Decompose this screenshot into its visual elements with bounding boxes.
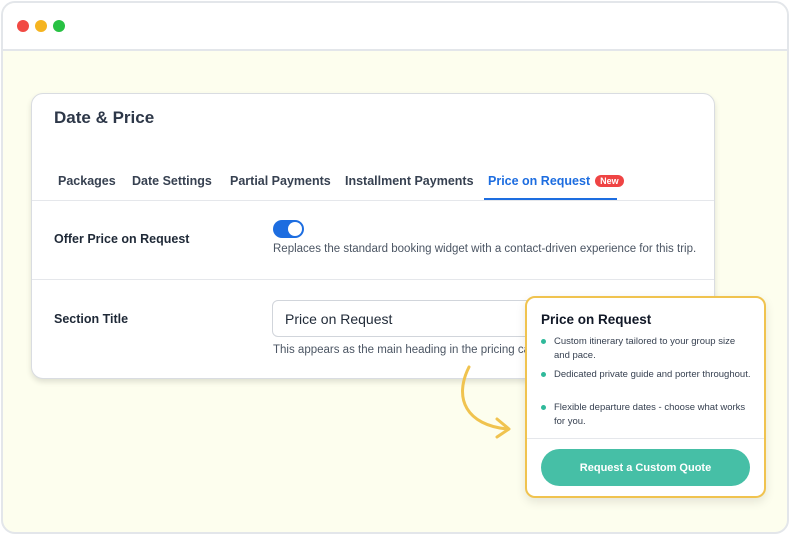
section-title-help: This appears as the main heading in the … [273,344,526,356]
offer-price-toggle[interactable] [273,220,304,238]
offer-price-label: Offer Price on Request [54,232,190,246]
section-divider [32,279,714,280]
feature-item: Custom itinerary tailored to your group … [541,335,751,362]
tab-price-on-request-label: Price on Request [488,174,591,188]
tab-packages[interactable]: Packages [58,174,116,188]
bullet-icon [541,339,546,344]
section-title-input[interactable] [272,300,542,337]
request-quote-button[interactable]: Request a Custom Quote [541,449,750,486]
active-tab-indicator [484,198,617,200]
feature-item: Dedicated private guide and porter throu… [541,368,751,382]
tab-date-settings[interactable]: Date Settings [132,174,212,188]
tab-partial-payments[interactable]: Partial Payments [230,174,331,188]
preview-title: Price on Request [541,312,652,327]
curved-arrow-icon [461,365,511,439]
feature-text: Custom itinerary tailored to your group … [554,336,736,361]
window-titlebar [3,3,787,51]
tab-price-on-request[interactable]: Price on Request New [488,174,624,188]
feature-text: Dedicated private guide and porter throu… [554,369,751,380]
new-badge: New [595,175,624,187]
minimize-window-button[interactable] [35,20,47,32]
offer-price-help: Replaces the standard booking widget wit… [273,243,697,255]
bullet-icon [541,372,546,377]
toggle-knob [288,222,302,236]
feature-item: Flexible departure dates - choose what w… [541,401,751,428]
feature-text: Flexible departure dates - choose what w… [554,402,746,427]
preview-divider [527,438,764,439]
tab-bar: Packages Date Settings Partial Payments … [32,164,714,201]
browser-window: Date & Price Packages Date Settings Part… [1,1,789,534]
maximize-window-button[interactable] [53,20,65,32]
bullet-icon [541,405,546,410]
close-window-button[interactable] [17,20,29,32]
price-on-request-preview-card: Price on Request Custom itinerary tailor… [525,296,766,498]
card-title: Date & Price [54,108,155,127]
section-title-label: Section Title [54,312,129,326]
tab-installment-payments[interactable]: Installment Payments [345,174,474,188]
